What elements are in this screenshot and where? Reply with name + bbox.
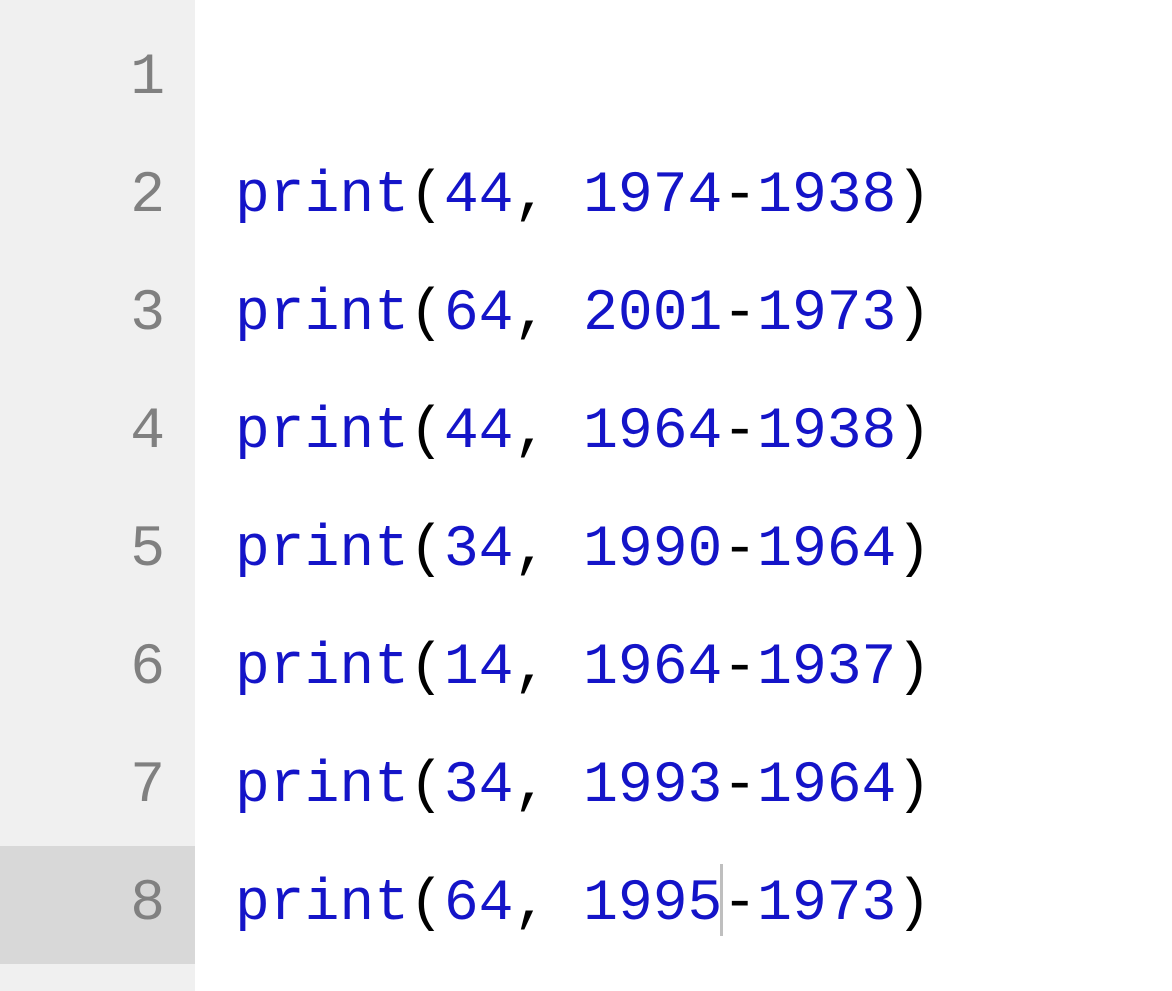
- token-num: 1938: [757, 164, 896, 229]
- token-punc: ,: [513, 754, 583, 819]
- token-punc: -: [722, 754, 757, 819]
- token-num: 1937: [757, 636, 896, 701]
- token-num: 34: [444, 518, 514, 583]
- code-line[interactable]: print(64, 2001-1973): [235, 256, 1172, 374]
- code-line[interactable]: print(14, 1964-1937): [235, 610, 1172, 728]
- code-line[interactable]: print(34, 1990-1964): [235, 492, 1172, 610]
- token-punc: ): [896, 400, 931, 465]
- code-editor-area[interactable]: print(44, 1974-1938)print(64, 2001-1973)…: [195, 0, 1172, 991]
- token-punc: (: [409, 282, 444, 347]
- token-num: 1964: [757, 754, 896, 819]
- token-func: print: [235, 754, 409, 819]
- token-punc: ,: [513, 636, 583, 701]
- line-number: 5: [0, 492, 195, 610]
- line-number: 2: [0, 138, 195, 256]
- line-number: 7: [0, 728, 195, 846]
- line-number: 6: [0, 610, 195, 728]
- line-number: 1: [0, 20, 195, 138]
- token-num: 1964: [583, 400, 722, 465]
- token-punc: -: [722, 636, 757, 701]
- token-num: 1990: [583, 518, 722, 583]
- token-punc: -: [722, 872, 757, 937]
- token-punc: ): [896, 518, 931, 583]
- code-line[interactable]: print(34, 1993-1964): [235, 728, 1172, 846]
- token-punc: (: [409, 754, 444, 819]
- token-punc: (: [409, 400, 444, 465]
- token-num: 64: [444, 282, 514, 347]
- token-num: 1973: [757, 282, 896, 347]
- token-num: 64: [444, 872, 514, 937]
- token-num: 44: [444, 400, 514, 465]
- code-line[interactable]: print(44, 1964-1938): [235, 374, 1172, 492]
- code-line[interactable]: print(44, 1974-1938): [235, 138, 1172, 256]
- token-num: 1973: [757, 872, 896, 937]
- token-func: print: [235, 282, 409, 347]
- code-line[interactable]: print(64, 1995-1973): [235, 846, 1172, 964]
- token-punc: -: [722, 400, 757, 465]
- token-punc: (: [409, 164, 444, 229]
- token-num: 1964: [583, 636, 722, 701]
- token-punc: ,: [513, 282, 583, 347]
- token-func: print: [235, 518, 409, 583]
- token-punc: ): [896, 164, 931, 229]
- token-punc: ,: [513, 164, 583, 229]
- token-punc: -: [722, 164, 757, 229]
- line-number: 3: [0, 256, 195, 374]
- token-punc: -: [722, 282, 757, 347]
- token-func: print: [235, 400, 409, 465]
- code-line[interactable]: [235, 20, 1172, 138]
- line-number: 4: [0, 374, 195, 492]
- token-punc: ,: [513, 400, 583, 465]
- token-punc: ): [896, 872, 931, 937]
- token-punc: (: [409, 518, 444, 583]
- token-num: 44: [444, 164, 514, 229]
- line-number-gutter: 12345678: [0, 0, 195, 991]
- token-num: 1964: [757, 518, 896, 583]
- token-func: print: [235, 872, 409, 937]
- token-punc: (: [409, 872, 444, 937]
- token-punc: ,: [513, 518, 583, 583]
- token-num: 1938: [757, 400, 896, 465]
- token-num: 14: [444, 636, 514, 701]
- token-func: print: [235, 636, 409, 701]
- token-num: 1993: [583, 754, 722, 819]
- token-num: 2001: [583, 282, 722, 347]
- token-punc: ,: [513, 872, 583, 937]
- token-punc: ): [896, 754, 931, 819]
- token-func: print: [235, 164, 409, 229]
- token-num: 1995: [583, 872, 722, 937]
- text-cursor: [720, 864, 723, 936]
- token-num: 1974: [583, 164, 722, 229]
- token-punc: ): [896, 636, 931, 701]
- line-number: 8: [0, 846, 195, 964]
- token-punc: -: [722, 518, 757, 583]
- token-punc: ): [896, 282, 931, 347]
- token-num: 34: [444, 754, 514, 819]
- token-punc: (: [409, 636, 444, 701]
